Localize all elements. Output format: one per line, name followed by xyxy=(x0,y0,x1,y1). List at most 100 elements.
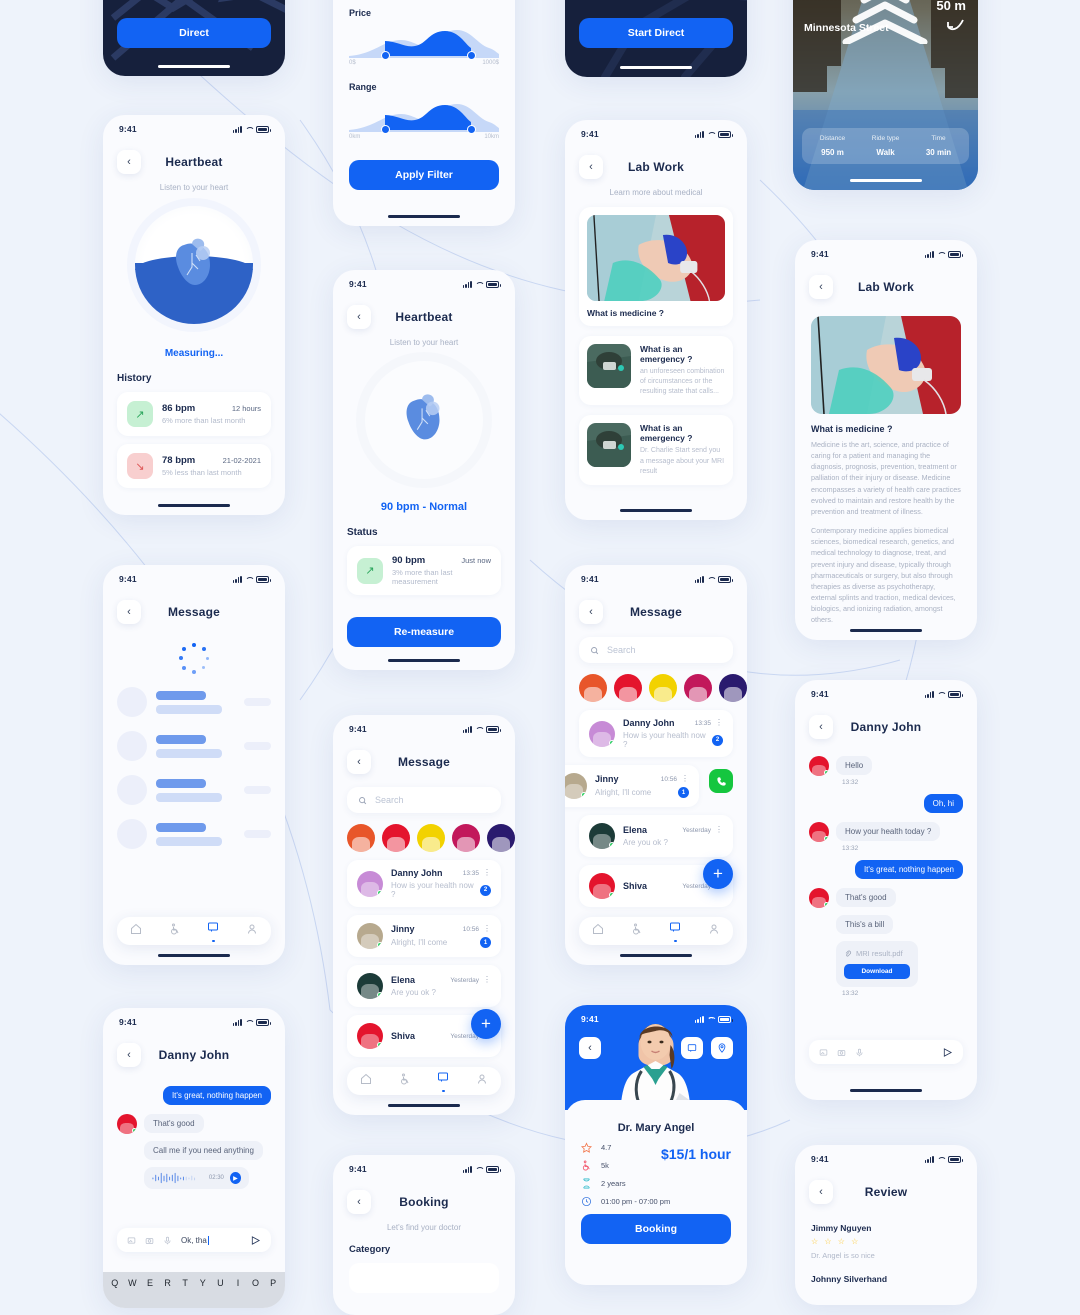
tab-accessibility[interactable] xyxy=(399,1072,411,1090)
tab-message[interactable] xyxy=(669,920,681,943)
key[interactable]: T xyxy=(176,1278,194,1288)
new-message-fab[interactable]: + xyxy=(471,1009,501,1039)
more-options-icon[interactable]: ⋮ xyxy=(483,925,491,932)
category-card[interactable] xyxy=(349,1263,499,1293)
screen-heartbeat-result[interactable]: 9:41 ‹ Heartbeat Listen to your heart 90… xyxy=(333,270,515,670)
direct-button[interactable]: Direct xyxy=(117,18,271,48)
screen-message-list[interactable]: 9:41 ‹ Message Search Danny John 13:35 ⋮ … xyxy=(333,715,515,1115)
history-item[interactable]: ↗ 86 bpm 12 hours 6% more than last mont… xyxy=(117,392,271,436)
key[interactable]: R xyxy=(159,1278,177,1288)
back-button[interactable]: ‹ xyxy=(579,1037,601,1059)
start-direct-button[interactable]: Start Direct xyxy=(579,18,733,48)
conversation-row[interactable]: Danny John 13:35 ⋮ How is your health now… xyxy=(579,710,733,757)
play-button[interactable]: ▶ xyxy=(229,1172,241,1184)
keyboard[interactable]: Q W E R T Y U I O P xyxy=(103,1272,285,1308)
location-button[interactable] xyxy=(711,1037,733,1059)
key[interactable]: Q xyxy=(106,1278,124,1288)
range-slider[interactable] xyxy=(349,98,499,134)
voice-message[interactable]: 02:30 ▶ xyxy=(144,1167,249,1189)
screen-lab-work-list[interactable]: 9:41 ‹ Lab Work Learn more about medical… xyxy=(565,120,747,520)
screen-chat-danny-john[interactable]: 9:41 ‹ Danny John Hello 13:32 Oh, hi How… xyxy=(795,680,977,1100)
story-avatar[interactable] xyxy=(719,674,747,702)
story-avatar[interactable] xyxy=(382,824,410,852)
history-item[interactable]: ↘ 78 bpm 21-02-2021 5% less than last mo… xyxy=(117,444,271,488)
more-options-icon[interactable]: ⋮ xyxy=(715,719,723,726)
story-avatar[interactable] xyxy=(417,824,445,852)
story-avatar[interactable] xyxy=(452,824,480,852)
screen-message-list-call[interactable]: 9:41 ‹ Message Search Danny John 13:35 ⋮ … xyxy=(565,565,747,965)
screen-review-partial[interactable]: 9:41 ‹ Review Jimmy Nguyen ☆ ☆ ☆ ☆ Dr. A… xyxy=(795,1145,977,1305)
price-slider[interactable] xyxy=(349,24,499,60)
story-list[interactable] xyxy=(333,813,515,852)
screen-heartbeat-measuring[interactable]: 9:41 ‹ Heartbeat Listen to your heart Me… xyxy=(103,115,285,515)
microphone-icon[interactable] xyxy=(855,1048,864,1057)
conversation-row[interactable]: Elena Yesterday ⋮ Are you ok ? xyxy=(579,815,733,857)
key[interactable]: E xyxy=(141,1278,159,1288)
tab-accessibility[interactable] xyxy=(631,922,643,940)
story-avatar[interactable] xyxy=(579,674,607,702)
conversation-row[interactable]: Elena Yesterday ⋮ Are you ok ? xyxy=(347,965,501,1007)
tab-message[interactable] xyxy=(437,1070,449,1093)
more-options-icon[interactable]: ⋮ xyxy=(483,976,491,983)
story-avatar[interactable] xyxy=(614,674,642,702)
message-input-bar[interactable]: Ok, tha xyxy=(117,1228,271,1252)
screen-message-loading[interactable]: 9:41 ‹ Message xyxy=(103,565,285,965)
key[interactable]: U xyxy=(212,1278,230,1288)
bottom-tab-bar[interactable] xyxy=(117,917,271,945)
more-options-icon[interactable]: ⋮ xyxy=(681,775,689,782)
screen-chat-keyboard[interactable]: 9:41 ‹ Danny John It's great, nothing ha… xyxy=(103,1008,285,1308)
search-input[interactable]: Search xyxy=(347,787,501,813)
story-avatar[interactable] xyxy=(684,674,712,702)
screen-lab-work-article[interactable]: 9:41 ‹ Lab Work What is medicine ? Medic… xyxy=(795,240,977,640)
lab-list-item[interactable]: What is an emergency ? Dr. Charlie Start… xyxy=(579,415,733,485)
range-knob-max[interactable] xyxy=(467,125,476,134)
tab-message[interactable] xyxy=(207,920,219,943)
screen-booking-partial[interactable]: 9:41 ‹ Booking Let's find your doctor Ca… xyxy=(333,1155,515,1315)
price-knob-min[interactable] xyxy=(381,51,390,60)
send-icon[interactable] xyxy=(942,1047,953,1058)
tab-home[interactable] xyxy=(130,922,142,940)
screen-ar-navigation[interactable]: Bicycle 50 m Minnesota Street Distance 9… xyxy=(793,0,978,190)
tab-profile[interactable] xyxy=(476,1072,488,1090)
booking-button[interactable]: Booking xyxy=(581,1214,731,1244)
screen-direct-partial[interactable]: Direct xyxy=(103,0,285,76)
send-icon[interactable] xyxy=(250,1235,261,1246)
key[interactable]: P xyxy=(264,1278,282,1288)
camera-icon[interactable] xyxy=(837,1048,846,1057)
tab-profile[interactable] xyxy=(708,922,720,940)
more-options-icon[interactable]: ⋮ xyxy=(483,869,491,876)
screen-filter-partial[interactable]: Price 0$ 1000$ Range 0km 10km Apply Filter xyxy=(333,0,515,226)
new-message-fab[interactable]: + xyxy=(703,859,733,889)
message-input-bar[interactable] xyxy=(809,1040,963,1064)
image-icon[interactable] xyxy=(819,1048,828,1057)
key[interactable]: W xyxy=(124,1278,142,1288)
price-knob-max[interactable] xyxy=(467,51,476,60)
download-button[interactable]: Download xyxy=(844,964,910,979)
key[interactable]: I xyxy=(229,1278,247,1288)
key[interactable]: O xyxy=(247,1278,265,1288)
screen-doctor-profile[interactable]: 9:41 ‹ Dr. Mary Angel $15/1 hour 4.7 5k … xyxy=(565,1005,747,1285)
image-icon[interactable] xyxy=(127,1236,136,1245)
key[interactable]: Y xyxy=(194,1278,212,1288)
camera-icon[interactable] xyxy=(145,1236,154,1245)
conversation-row-swiped[interactable]: Jinny 10:56 ⋮ Alright, I'll come 1 xyxy=(565,765,699,807)
story-avatar[interactable] xyxy=(347,824,375,852)
bottom-tab-bar[interactable] xyxy=(579,917,733,945)
call-button[interactable] xyxy=(709,769,733,793)
more-options-icon[interactable]: ⋮ xyxy=(715,826,723,833)
range-knob-min[interactable] xyxy=(381,125,390,134)
screen-start-direct-partial[interactable]: Start Direct xyxy=(565,0,747,77)
microphone-icon[interactable] xyxy=(163,1236,172,1245)
story-avatar[interactable] xyxy=(487,824,515,852)
message-text-field[interactable]: Ok, tha xyxy=(181,1235,209,1245)
story-avatar[interactable] xyxy=(649,674,677,702)
apply-filter-button[interactable]: Apply Filter xyxy=(349,160,499,190)
search-input[interactable]: Search xyxy=(579,637,733,663)
conversation-row[interactable]: Jinny 10:56 ⋮ Alright, I'll come 1 xyxy=(347,915,501,957)
lab-feature-card[interactable]: What is medicine ? xyxy=(579,207,733,326)
tab-accessibility[interactable] xyxy=(169,922,181,940)
bottom-tab-bar[interactable] xyxy=(347,1067,501,1095)
story-list[interactable] xyxy=(565,663,747,702)
re-measure-button[interactable]: Re-measure xyxy=(347,617,501,647)
conversation-row[interactable]: Danny John 13:35 ⋮ How is your health now… xyxy=(347,860,501,907)
